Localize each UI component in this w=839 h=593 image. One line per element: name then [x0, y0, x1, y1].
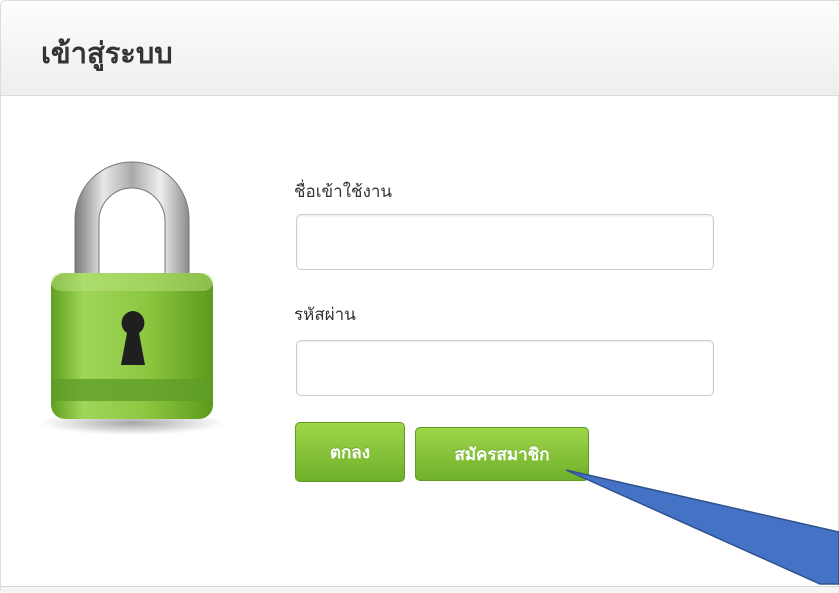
password-input[interactable] — [296, 340, 714, 396]
panel-header: เข้าสู่ระบบ — [1, 1, 839, 96]
username-label: ชื่อเข้าใช้งาน — [294, 182, 393, 202]
page-title: เข้าสู่ระบบ — [41, 36, 173, 70]
padlock-icon — [40, 161, 224, 435]
username-input[interactable] — [296, 214, 714, 270]
password-label: รหัสผ่าน — [294, 305, 356, 325]
register-button[interactable]: สมัครสมาชิก — [415, 427, 589, 481]
login-panel: เข้าสู่ระบบ ชื่อเข้าใช้งาน รหัสผ่าน ตกลง… — [0, 0, 839, 593]
panel-footer-border — [1, 586, 839, 593]
ok-button[interactable]: ตกลง — [295, 422, 405, 482]
